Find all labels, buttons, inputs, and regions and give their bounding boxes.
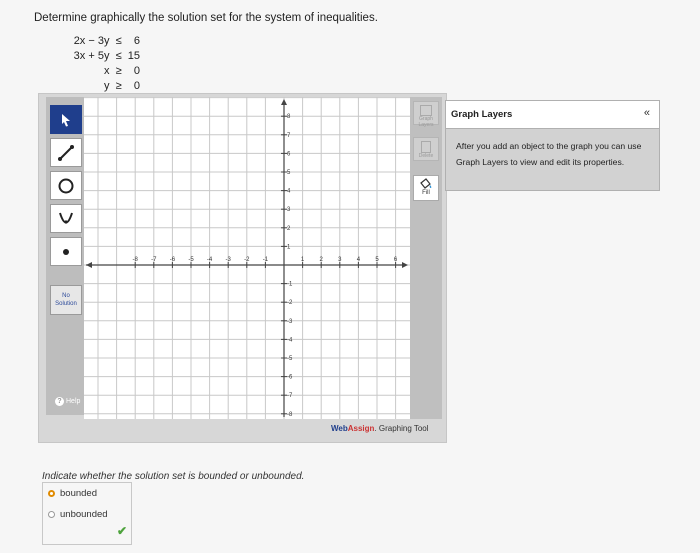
- x-tick-label: -3: [226, 257, 232, 263]
- option-unbounded[interactable]: unbounded: [48, 509, 108, 520]
- help-button[interactable]: ? Help: [55, 397, 80, 406]
- graph-layers-header: Graph Layers «: [446, 101, 659, 129]
- point-icon: [63, 248, 69, 255]
- y-tick-label: 2: [287, 226, 291, 232]
- x-tick-label: -2: [244, 257, 250, 263]
- y-tick-label: -4: [287, 337, 293, 343]
- graphing-tool: No Solution ? Help -8 -7 -6 -5 -4 -3 -2 -1 1 2 3 4 5…: [38, 93, 447, 443]
- trash-icon: [421, 141, 431, 153]
- y-tick-label: 3: [287, 207, 291, 213]
- point-tool-button[interactable]: [50, 237, 82, 266]
- y-tick-label: -6: [287, 375, 293, 381]
- y-tick-label: -8: [287, 412, 293, 418]
- line-tool-button[interactable]: [50, 138, 82, 167]
- circle-tool-button[interactable]: [50, 171, 82, 200]
- x-tick-label: 5: [375, 257, 379, 263]
- inequality-4: y ≥ 0: [103, 80, 140, 92]
- collapse-icon[interactable]: «: [644, 107, 650, 119]
- graph-options-bar: Graph Layers Delete Fill: [410, 97, 442, 419]
- inequality-1: 2x − 3y ≤ 6: [73, 35, 140, 47]
- x-tick-label: -6: [170, 257, 176, 263]
- x-tick-label: -1: [263, 257, 269, 263]
- option-bounded[interactable]: bounded: [48, 488, 97, 499]
- bounded-question: Indicate whether the solution set is bou…: [42, 471, 305, 482]
- x-axis-arrow-left: [86, 262, 92, 268]
- x-tick-label: 2: [320, 257, 324, 263]
- delete-button[interactable]: Delete: [413, 137, 439, 161]
- parabola-tool-button[interactable]: [50, 204, 82, 233]
- graph-layers-title: Graph Layers: [451, 109, 513, 120]
- correct-check-icon: ✔: [117, 524, 128, 538]
- pointer-tool-button[interactable]: [50, 105, 82, 134]
- no-solution-button[interactable]: No Solution: [50, 285, 82, 315]
- x-tick-label: -4: [207, 257, 213, 263]
- y-tick-label: 1: [287, 244, 291, 250]
- tool-sidebar: No Solution ? Help: [46, 97, 86, 415]
- x-tick-label: -7: [151, 257, 157, 263]
- x-tick-label: -5: [188, 257, 194, 263]
- graph-canvas[interactable]: -8-7-6-5-4-3-2-11234567887654321-1-2-3-4…: [84, 97, 410, 419]
- x-axis-arrow-right: [402, 262, 408, 268]
- y-tick-label: 7: [287, 133, 291, 139]
- inequality-2: 3x + 5y ≤ 15: [73, 50, 140, 62]
- y-tick-label: 8: [287, 114, 291, 120]
- bounded-choices: bounded unbounded ✔: [42, 482, 132, 545]
- graph-layers-panel: Graph Layers « After you add an object t…: [445, 100, 660, 191]
- graph-layers-button[interactable]: Graph Layers: [413, 101, 439, 128]
- x-tick-label: 3: [338, 257, 342, 263]
- y-tick-label: 5: [287, 170, 291, 176]
- webassign-brand: WebAssign. Graphing Tool: [331, 424, 429, 433]
- circle-icon: [58, 178, 74, 193]
- y-tick-label: 4: [287, 189, 291, 195]
- y-tick-label: -2: [287, 300, 293, 306]
- question-title: Determine graphically the solution set f…: [34, 12, 378, 24]
- fill-icon: [420, 178, 432, 189]
- fill-button[interactable]: Fill: [413, 175, 439, 201]
- help-icon: ?: [55, 397, 64, 406]
- x-tick-label: 1: [301, 257, 305, 263]
- y-tick-label: -7: [287, 393, 293, 399]
- inequality-3: x ≥ 0: [103, 65, 140, 77]
- graph-layers-description: After you add an object to the graph you…: [456, 141, 642, 167]
- x-tick-label: -8: [133, 257, 139, 263]
- y-tick-label: -3: [287, 319, 293, 325]
- pointer-icon: [62, 113, 70, 126]
- radio-bounded[interactable]: [48, 490, 55, 497]
- y-tick-label: 6: [287, 151, 291, 157]
- radio-unbounded[interactable]: [48, 511, 55, 518]
- line-icon: [58, 144, 74, 161]
- x-tick-label: 6: [394, 257, 398, 263]
- parabola-icon: [59, 212, 73, 224]
- y-tick-label: -5: [287, 356, 293, 362]
- x-tick-label: 4: [357, 257, 361, 263]
- y-axis-arrow-up: [281, 99, 287, 105]
- y-tick-label: -1: [287, 282, 293, 288]
